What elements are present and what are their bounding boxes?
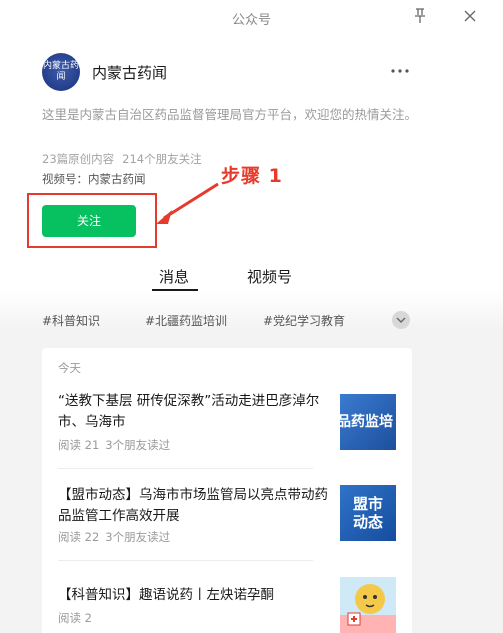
tab-video-account[interactable]: 视频号 xyxy=(247,266,292,287)
cartoon-illustration-icon xyxy=(340,584,396,633)
tab-messages[interactable]: 消息 xyxy=(159,266,189,287)
friends-following[interactable]: 214个朋友关注 xyxy=(122,152,201,166)
annotation-label: 步骤 1 xyxy=(221,165,283,187)
article-thumbnail[interactable]: 品药监培 xyxy=(340,394,396,450)
message-feed: 今天 “送教下基层 研传促深教”活动走进巴彦淖尔市、乌海市 阅读 21 3个朋友读… xyxy=(42,348,412,633)
title-bar: 公众号 xyxy=(0,0,503,34)
expand-tags-button[interactable] xyxy=(392,311,410,329)
more-icon[interactable] xyxy=(390,63,410,79)
divider xyxy=(58,468,313,469)
annotation-highlight-box xyxy=(27,193,157,248)
read-count: 阅读 21 xyxy=(58,438,100,452)
active-tab-indicator xyxy=(152,289,198,291)
chevron-down-icon xyxy=(396,317,406,323)
article-meta: 阅读 22 3个朋友读过 xyxy=(58,529,176,545)
day-label: 今天 xyxy=(58,361,81,375)
arrow-icon xyxy=(156,182,219,224)
window-title: 公众号 xyxy=(231,13,271,28)
tag-training[interactable]: #北疆药监培训 xyxy=(145,312,227,329)
tag-popular-science[interactable]: #科普知识 xyxy=(42,312,100,329)
article-meta: 阅读 2 xyxy=(58,610,98,626)
account-name: 内蒙古药闻 xyxy=(92,64,168,82)
read-count: 阅读 22 xyxy=(58,530,100,544)
tag-party-discipline[interactable]: #党纪学习教育 xyxy=(263,312,345,329)
divider xyxy=(58,560,313,561)
friends-read: 3个朋友读过 xyxy=(105,530,171,544)
article-title[interactable]: “送教下基层 研传促深教”活动走进巴彦淖尔市、乌海市 xyxy=(58,391,333,433)
article-title[interactable]: 【科普知识】趣语说药丨左炔诺孕酮 xyxy=(58,585,333,606)
article-thumbnail[interactable]: 盟市动态 xyxy=(340,485,396,541)
avatar[interactable]: 内蒙古药闻 xyxy=(42,53,80,91)
pin-icon[interactable] xyxy=(413,8,427,24)
friends-read: 3个朋友读过 xyxy=(105,438,171,452)
close-icon[interactable] xyxy=(462,8,478,24)
article-thumbnail[interactable] xyxy=(340,577,396,633)
original-count: 23篇原创内容 xyxy=(42,152,115,166)
read-count: 阅读 2 xyxy=(58,611,92,625)
account-stats: 23篇原创内容 214个朋友关注 xyxy=(42,151,210,167)
article-title[interactable]: 【盟市动态】乌海市市场监管局以亮点带动药品监管工作高效开展 xyxy=(58,485,333,527)
thumbnail-text: 品药监培 xyxy=(340,414,393,430)
thumbnail-text: 盟市动态 xyxy=(352,495,383,531)
account-description: 这里是内蒙古自治区药品监督管理局官方平台，欢迎您的热情关注。 xyxy=(42,107,418,122)
article-meta: 阅读 21 3个朋友读过 xyxy=(58,437,176,453)
video-account-link[interactable]: 视频号：内蒙古药闻 xyxy=(42,171,146,187)
